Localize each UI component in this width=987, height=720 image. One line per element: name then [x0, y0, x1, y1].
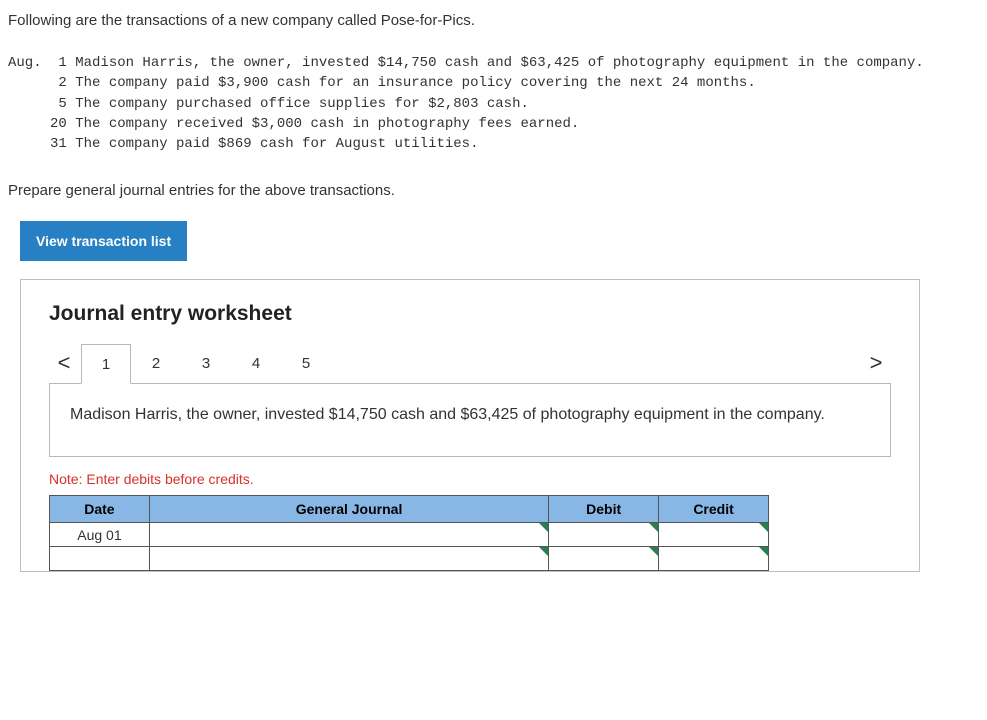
- journal-entry-table: Date General Journal Debit Credit Aug 01: [49, 495, 769, 571]
- entry-tab-1[interactable]: 1: [81, 344, 131, 384]
- debits-before-credits-note: Note: Enter debits before credits.: [49, 471, 891, 487]
- entry-tab-5[interactable]: 5: [281, 343, 331, 383]
- table-row: [50, 547, 769, 571]
- debit-cell[interactable]: [549, 523, 659, 547]
- table-row: Aug 01: [50, 523, 769, 547]
- col-header-general-journal: General Journal: [149, 496, 548, 523]
- worksheet-title: Journal entry worksheet: [49, 302, 891, 326]
- prev-entry-arrow[interactable]: <: [49, 343, 79, 383]
- entry-tab-3[interactable]: 3: [181, 343, 231, 383]
- credit-cell[interactable]: [659, 523, 769, 547]
- transaction-list-block: Aug. 1 Madison Harris, the owner, invest…: [8, 53, 979, 154]
- date-cell[interactable]: Aug 01: [50, 523, 150, 547]
- view-transaction-list-button[interactable]: View transaction list: [20, 221, 187, 261]
- prepare-instruction: Prepare general journal entries for the …: [8, 182, 979, 199]
- credit-cell[interactable]: [659, 547, 769, 571]
- general-journal-cell[interactable]: [149, 547, 548, 571]
- col-header-credit: Credit: [659, 496, 769, 523]
- entry-tab-2[interactable]: 2: [131, 343, 181, 383]
- intro-text: Following are the transactions of a new …: [8, 12, 979, 29]
- debit-cell[interactable]: [549, 547, 659, 571]
- general-journal-cell[interactable]: [149, 523, 548, 547]
- date-cell[interactable]: [50, 547, 150, 571]
- entry-description-box: Madison Harris, the owner, invested $14,…: [49, 384, 891, 457]
- col-header-debit: Debit: [549, 496, 659, 523]
- entry-tab-4[interactable]: 4: [231, 343, 281, 383]
- entry-tab-row: < 12345 >: [49, 340, 891, 384]
- journal-worksheet-panel: Journal entry worksheet < 12345 > Madiso…: [20, 279, 920, 572]
- col-header-date: Date: [50, 496, 150, 523]
- next-entry-arrow[interactable]: >: [861, 343, 891, 383]
